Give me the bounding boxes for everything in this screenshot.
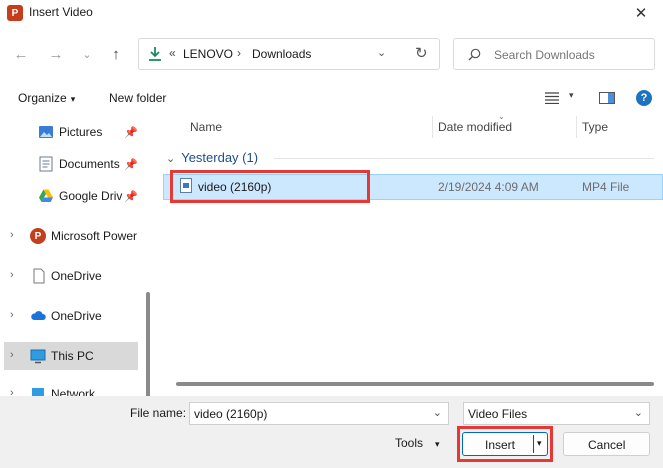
title-bar: P Insert Video ✕ [0, 0, 663, 26]
sidebar-item-label: OneDrive [51, 309, 102, 323]
address-dropdown-icon[interactable]: ⌄ [377, 46, 386, 59]
file-date-modified: 2/19/2024 4:09 AM [438, 180, 539, 194]
forward-arrow-icon[interactable]: → [46, 44, 66, 64]
chevron-right-icon[interactable]: › [10, 309, 14, 321]
documents-icon [39, 156, 53, 172]
sidebar-item-microsoft-powerpoint[interactable]: › P Microsoft Power [0, 222, 140, 250]
address-overflow-icon[interactable]: « [169, 46, 176, 60]
sidebar-item-label: Network [51, 387, 96, 396]
pictures-icon [39, 126, 53, 138]
powerpoint-icon: P [30, 228, 46, 244]
group-divider [274, 158, 654, 159]
search-box[interactable]: Search Downloads [453, 38, 655, 70]
organize-label: Organize [18, 91, 67, 105]
view-options-icon[interactable] [545, 92, 559, 104]
chevron-down-icon: ▾ [435, 439, 440, 449]
file-name-label: File name: [130, 406, 187, 420]
tools-button[interactable]: Tools ▾ [395, 436, 440, 450]
google-drive-icon [39, 189, 53, 202]
window-title: Insert Video [29, 5, 93, 19]
column-divider[interactable] [432, 116, 433, 138]
sidebar-item-network[interactable]: › Network [0, 380, 140, 396]
navigation-pane: Pictures 📌 Documents 📌 Google Drive 📌 › … [0, 114, 156, 396]
horizontal-scrollbar[interactable] [176, 382, 654, 386]
column-header-date-modified[interactable]: Date modified [438, 120, 512, 134]
column-header-type[interactable]: Type [582, 120, 608, 134]
sidebar-item-label: OneDrive [51, 269, 102, 283]
back-arrow-icon[interactable]: ← [11, 44, 31, 64]
refresh-icon[interactable]: ↻ [415, 44, 428, 62]
sidebar-item-google-drive[interactable]: Google Drive 📌 [0, 182, 140, 210]
cancel-button[interactable]: Cancel [563, 432, 650, 456]
navigation-bar: ← → ⌄ ↑ « LENOVO › Downloads ⌄ ↻ Search … [0, 36, 663, 72]
sidebar-item-this-pc[interactable]: › This PC [4, 342, 138, 370]
breadcrumb-lenovo[interactable]: LENOVO [183, 47, 233, 61]
chevron-down-icon[interactable]: ⌄ [634, 406, 643, 419]
breadcrumb-downloads[interactable]: Downloads [252, 47, 311, 61]
chevron-right-icon[interactable]: › [10, 229, 14, 241]
view-chevron-down-icon[interactable]: ▾ [569, 90, 574, 101]
chevron-down-icon: ⌄ [166, 153, 176, 165]
group-header-yesterday[interactable]: ⌄ Yesterday (1) [166, 150, 258, 165]
up-arrow-icon[interactable]: ↑ [106, 44, 126, 64]
powerpoint-app-icon: P [7, 5, 23, 21]
column-divider[interactable] [576, 116, 577, 138]
address-bar[interactable]: « LENOVO › Downloads ⌄ ↻ [138, 38, 440, 70]
sidebar-scrollbar[interactable] [146, 292, 150, 396]
pin-icon: 📌 [124, 127, 138, 139]
search-icon [468, 48, 481, 61]
file-type-value: Video Files [468, 407, 528, 421]
sidebar-item-label: Pictures [59, 125, 103, 139]
organize-button[interactable]: Organize ▾ [18, 91, 75, 105]
sidebar-item-label: This PC [51, 349, 94, 363]
sidebar-item-pictures[interactable]: Pictures 📌 [0, 118, 140, 146]
chevron-down-icon[interactable]: ⌄ [433, 406, 442, 419]
file-name-value: video (2160p) [194, 407, 268, 421]
bottom-panel: File name: video (2160p) ⌄ Video Files ⌄… [0, 396, 663, 468]
highlight-box-file [170, 170, 370, 203]
computer-icon [30, 349, 46, 364]
sidebar-item-documents[interactable]: Documents 📌 [0, 150, 140, 178]
chevron-right-icon[interactable]: › [10, 387, 14, 396]
chevron-right-icon[interactable]: › [10, 269, 14, 281]
chevron-right-icon[interactable]: › [10, 349, 14, 361]
file-type-select[interactable]: Video Files ⌄ [463, 402, 650, 425]
help-icon[interactable]: ? [636, 90, 652, 106]
file-type: MP4 File [582, 180, 630, 194]
recent-locations-icon[interactable]: ⌄ [77, 44, 97, 64]
pin-icon: 📌 [124, 159, 138, 171]
file-name-input[interactable]: video (2160p) ⌄ [189, 402, 449, 425]
new-folder-button[interactable]: New folder [109, 91, 166, 105]
highlight-box-insert [457, 426, 553, 462]
search-placeholder: Search Downloads [494, 48, 595, 62]
download-folder-icon [149, 47, 161, 61]
command-bar: Organize ▾ New folder ▾ ? [0, 85, 663, 113]
sidebar-item-label: Microsoft Power [51, 229, 138, 243]
column-header-name[interactable]: Name [190, 120, 222, 134]
file-list: Name ⌄ Date modified Type ⌄ Yesterday (1)… [160, 112, 663, 396]
sidebar-item-onedrive-personal[interactable]: › OneDrive [0, 262, 140, 290]
cloud-icon [31, 311, 46, 320]
breadcrumb-separator-icon[interactable]: › [237, 46, 241, 60]
pin-icon: 📌 [124, 191, 138, 203]
tools-label: Tools [395, 436, 424, 450]
cancel-label: Cancel [588, 438, 626, 452]
close-icon[interactable]: ✕ [631, 3, 651, 23]
sidebar-item-label: Google Drive [59, 189, 123, 203]
network-icon [32, 388, 44, 396]
document-outline-icon [33, 268, 45, 284]
sidebar-item-label: Documents [59, 157, 120, 171]
sidebar-item-onedrive[interactable]: › OneDrive [0, 302, 140, 330]
preview-pane-icon[interactable] [599, 92, 615, 104]
chevron-down-icon: ▾ [70, 94, 76, 104]
group-label: Yesterday (1) [181, 150, 259, 165]
